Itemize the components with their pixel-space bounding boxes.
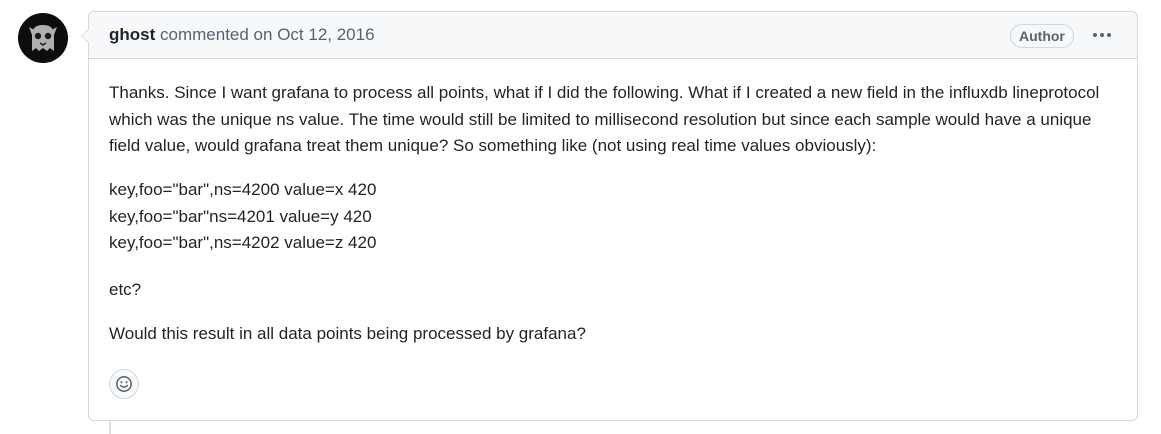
comment-meta: ghost commented on Oct 12, 2016: [109, 25, 375, 45]
timeline-line: [109, 420, 111, 434]
smiley-icon: [116, 376, 132, 392]
comment-timestamp[interactable]: Oct 12, 2016: [277, 25, 374, 44]
author-link[interactable]: ghost: [109, 25, 155, 44]
add-reaction-button[interactable]: [109, 369, 139, 399]
comment-action: commented on: [160, 25, 273, 44]
example-line: key,foo="bar",ns=4200 value=x 420: [109, 180, 377, 199]
comment-header: ghost commented on Oct 12, 2016 Author: [89, 12, 1137, 59]
comment-paragraph: Would this result in all data points bei…: [109, 324, 586, 343]
ghost-avatar-icon[interactable]: [18, 13, 68, 63]
comment-paragraph: Thanks. Since I want grafana to process …: [109, 83, 1100, 155]
comment-box: ghost commented on Oct 12, 2016 Author T…: [81, 11, 1138, 421]
example-line: key,foo="bar",ns=4202 value=z 420: [109, 233, 377, 252]
author-badge: Author: [1010, 24, 1074, 48]
example-line: key,foo="bar"ns=4201 value=y 420: [109, 206, 372, 226]
line-protocol-example: key,foo="bar",ns=4200 value=x 420 key,fo…: [109, 177, 376, 257]
kebab-horizontal-icon[interactable]: [1087, 24, 1117, 46]
comment-paragraph: etc?: [109, 280, 142, 299]
